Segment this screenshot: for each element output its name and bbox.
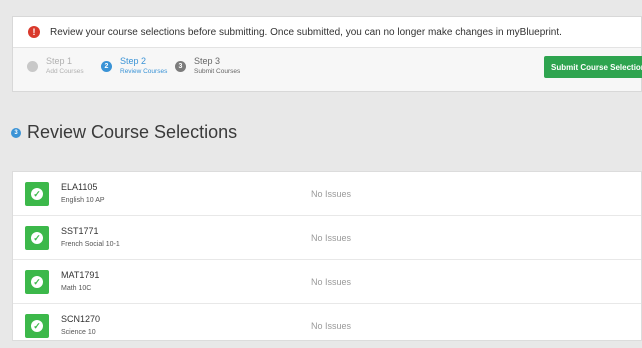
check-icon: ✓	[25, 182, 49, 206]
course-status: No Issues	[311, 321, 352, 331]
step-2[interactable]: 2 Step 2 Review Courses	[101, 56, 167, 76]
step-title: Step 2	[120, 56, 147, 66]
check-icon: ✓	[25, 314, 49, 338]
course-row[interactable]: ✓ MAT1791 Math 10C No Issues	[13, 260, 641, 304]
exclamation-icon: !	[28, 26, 40, 38]
warning-alert: ! Review your course selections before s…	[13, 17, 641, 48]
step-number-icon: 3	[175, 61, 186, 72]
course-name: Math 10C	[61, 285, 92, 292]
course-code: SST1771	[61, 226, 99, 236]
course-name: French Social 10-1	[61, 241, 120, 248]
step-number-icon: 2	[101, 61, 112, 72]
course-name: English 10 AP	[61, 197, 105, 204]
step-title: Step 3	[194, 56, 221, 66]
course-name: Science 10	[61, 329, 96, 336]
course-row[interactable]: ✓ ELA1105 English 10 AP No Issues	[13, 172, 641, 216]
course-code: MAT1791	[61, 270, 100, 280]
check-icon: ✓	[25, 270, 49, 294]
step-title: Step 1	[46, 56, 73, 66]
step-number-icon: 3	[11, 127, 21, 138]
page-title: 3 Review Course Selections	[11, 122, 237, 143]
course-row[interactable]: ✓ SST1771 French Social 10-1 No Issues	[13, 216, 641, 260]
step-subtitle: Review Courses	[120, 68, 168, 75]
alert-message: Review your course selections before sub…	[50, 26, 562, 38]
step-subtitle: Add Courses	[46, 68, 84, 75]
progress-steps: Step 1 Add Courses 2 Step 2 Review Cours…	[13, 47, 642, 91]
course-code: SCN1270	[61, 314, 101, 324]
course-row[interactable]: ✓ SCN1270 Science 10 No Issues	[13, 304, 641, 348]
check-icon	[27, 61, 38, 72]
course-status: No Issues	[311, 189, 352, 199]
course-status: No Issues	[311, 277, 352, 287]
step-3[interactable]: 3 Step 3 Submit Courses	[175, 56, 240, 76]
step-1[interactable]: Step 1 Add Courses	[27, 56, 84, 76]
course-code: ELA1105	[61, 182, 98, 192]
step-subtitle: Submit Courses	[194, 68, 241, 75]
check-icon: ✓	[25, 226, 49, 250]
course-list: ✓ ELA1105 English 10 AP No Issues ✓ SST1…	[12, 171, 642, 348]
review-header-panel: ! Review your course selections before s…	[12, 16, 642, 92]
page-title-text: Review Course Selections	[27, 122, 238, 142]
submit-course-selections-button[interactable]: Submit Course Selections	[544, 56, 642, 78]
course-status: No Issues	[311, 233, 352, 243]
